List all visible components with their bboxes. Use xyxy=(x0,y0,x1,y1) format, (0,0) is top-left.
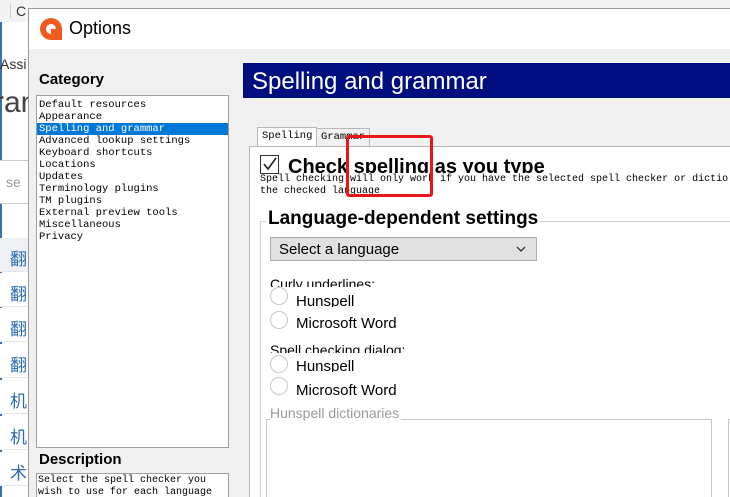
background-list-item-text: 术 xyxy=(10,464,27,484)
spelling-tab-page: Check spelling as you type Spell checkin… xyxy=(249,146,730,497)
dialog-microsoft-word-label: Microsoft Word xyxy=(296,383,397,396)
background-list-item-text: 翻 xyxy=(10,285,27,305)
background-list-item-text: 翻 xyxy=(10,250,27,270)
group-border-left xyxy=(260,221,261,497)
background-list-item[interactable]: 机 xyxy=(0,416,30,450)
curly-microsoft-word-label: Microsoft Word xyxy=(296,316,397,329)
category-item-default-resources[interactable]: Default resources xyxy=(37,99,228,111)
category-item-keyboard-shortcuts[interactable]: Keyboard shortcuts xyxy=(37,147,228,159)
background-list-item[interactable]: 翻 xyxy=(0,238,30,272)
category-list: Default resources Appearance Spelling an… xyxy=(36,95,229,448)
category-item-spelling-and-grammar[interactable]: Spelling and grammar xyxy=(37,123,228,135)
category-item-miscellaneous[interactable]: Miscellaneous xyxy=(37,219,228,231)
background-list-item-text: 机 xyxy=(10,392,27,412)
category-item-appearance[interactable]: Appearance xyxy=(37,111,228,123)
section-heading: Spelling and grammar xyxy=(252,68,487,95)
annotation-highlight-box xyxy=(346,135,433,197)
description-label: Description xyxy=(39,451,122,468)
hunspell-dictionaries-box[interactable] xyxy=(266,419,712,497)
language-select-value: Select a language xyxy=(279,241,400,258)
spell-check-info: Spell checking will only work if you hav… xyxy=(260,174,728,198)
background-list-item[interactable]: 翻 xyxy=(0,308,30,342)
category-item-external-preview-tools[interactable]: External preview tools xyxy=(37,207,228,219)
title-bar[interactable]: Options xyxy=(29,9,730,49)
category-item-privacy[interactable]: Privacy xyxy=(37,231,228,243)
curly-hunspell-radio[interactable] xyxy=(270,287,288,305)
background-top-fragment: C xyxy=(16,3,27,19)
curly-hunspell-label: Hunspell xyxy=(296,294,355,307)
category-item-tm-plugins[interactable]: TM plugins xyxy=(37,195,228,207)
description-text: Select the spell checker you wish to use… xyxy=(36,473,229,497)
section-heading-bar: Spelling and grammar xyxy=(243,63,730,98)
category-item-locations[interactable]: Locations xyxy=(37,159,228,171)
background-list-item-text: 翻 xyxy=(10,356,27,376)
options-dialog: Options Category Default resources Appea… xyxy=(28,8,730,497)
app-logo-icon xyxy=(40,18,62,40)
check-spelling-checkbox[interactable] xyxy=(260,155,279,174)
curly-microsoft-word-radio[interactable] xyxy=(270,311,288,329)
background-list-item[interactable]: 翻 xyxy=(0,344,30,378)
category-item-updates[interactable]: Updates xyxy=(37,171,228,183)
background-assi-text: Assi xyxy=(0,56,27,72)
chevron-down-icon xyxy=(516,246,526,252)
spell-check-info-line: the checked language xyxy=(260,186,381,197)
background-separator xyxy=(10,4,11,18)
category-item-advanced-lookup-settings[interactable]: Advanced lookup settings xyxy=(37,135,228,147)
curly-underlines-label: Curly underlines: xyxy=(270,277,376,287)
spell-dialog-label: Spell checking dialog: xyxy=(270,343,406,353)
dialog-title: Options xyxy=(69,18,132,38)
spell-check-info-line: Spell checking will only work if you hav… xyxy=(260,174,729,185)
background-list-item[interactable]: 翻 xyxy=(0,273,30,307)
background-search-placeholder: se xyxy=(6,174,21,190)
background-list-item[interactable]: 术 xyxy=(0,452,30,486)
hunspell-dictionaries-label: Hunspell dictionaries xyxy=(270,405,402,421)
category-item-terminology-plugins[interactable]: Terminology plugins xyxy=(37,183,228,195)
background-list-item[interactable]: 机 xyxy=(0,380,30,414)
tab-spelling[interactable]: Spelling xyxy=(257,127,318,146)
language-select[interactable]: Select a language xyxy=(270,237,537,261)
background-list-item-text: 翻 xyxy=(10,320,27,340)
dialog-hunspell-label: Hunspell xyxy=(296,359,355,372)
background-list-item-text: 机 xyxy=(10,428,27,448)
category-label: Category xyxy=(39,71,105,88)
checkmark-icon xyxy=(263,157,277,171)
dialog-microsoft-word-radio[interactable] xyxy=(270,377,288,395)
language-settings-group-title: Language-dependent settings xyxy=(266,208,541,230)
background-search-input[interactable]: se xyxy=(0,160,30,204)
dialog-hunspell-radio[interactable] xyxy=(270,355,288,373)
